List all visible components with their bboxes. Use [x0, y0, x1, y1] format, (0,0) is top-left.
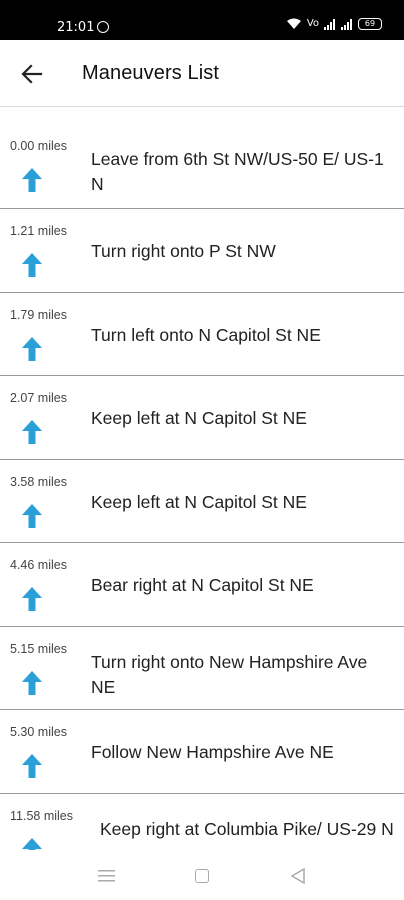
distance-label: 5.30 miles [10, 725, 67, 739]
distance-label: 2.07 miles [10, 391, 67, 405]
status-bar: 21:01 Vo 69 [0, 0, 404, 40]
instruction-text: Keep left at N Capitol St NE [91, 491, 307, 512]
volte-label: Vo [306, 18, 319, 29]
list-item[interactable]: 1.79 miles Turn left onto N Capitol St N… [0, 293, 404, 376]
page-title: Maneuvers List [82, 62, 220, 84]
instruction-text: Keep left at N Capitol St NE [91, 408, 307, 428]
straight-arrow-icon [22, 670, 42, 695]
list-item[interactable]: 1.21 miles Turn right onto P St NW [0, 209, 404, 293]
home-icon[interactable] [195, 869, 209, 883]
list-item[interactable]: 2.07 miles Keep left at N Capitol St NE [0, 376, 404, 460]
maneuver-list[interactable]: 0.00 miles Leave from 6th St NW/US-50 E/… [0, 124, 404, 850]
instruction-text: Leave from 6th St NW/US-50 E/ US-1 N [91, 149, 384, 194]
system-back-icon[interactable] [291, 868, 305, 884]
status-icons: Vo 69 [286, 18, 382, 30]
distance-label: 0.00 miles [10, 139, 67, 153]
distance-label: 4.46 miles [10, 558, 67, 572]
instruction-text: Follow New Hampshire Ave NE [91, 742, 334, 762]
distance-label: 1.79 miles [10, 307, 67, 322]
straight-arrow-icon [22, 420, 42, 444]
list-item[interactable]: 3.58 miles Keep left at N Capitol St NE [0, 460, 404, 543]
wifi-icon [286, 18, 301, 29]
instruction-text: Turn left onto N Capitol St NE [91, 324, 321, 345]
instruction-text: Keep right at Columbia Pike/ US-29 N [100, 818, 394, 839]
distance-label: 5.15 miles [10, 641, 67, 656]
list-item[interactable]: 5.30 miles Follow New Hampshire Ave NE [0, 710, 404, 794]
straight-arrow-icon [22, 587, 42, 611]
distance-label: 3.58 miles [10, 474, 67, 489]
whatsapp-icon [97, 21, 109, 33]
signal-icon [324, 19, 335, 30]
list-item[interactable]: 5.15 miles Turn right onto New Hampshire… [0, 627, 404, 710]
straight-arrow-icon [22, 253, 42, 277]
straight-arrow-icon [22, 837, 42, 850]
instruction-text: Turn right onto P St NW [91, 241, 276, 261]
straight-arrow-icon [22, 503, 42, 528]
recent-apps-icon[interactable] [98, 869, 115, 883]
list-item[interactable]: 4.46 miles Bear right at N Capitol St NE [0, 543, 404, 627]
distance-label: 1.21 miles [10, 224, 67, 238]
battery-icon: 69 [358, 18, 382, 30]
status-time: 21:01 [57, 20, 95, 35]
instruction-text: Turn right onto New Hampshire Ave NE [91, 651, 368, 697]
straight-arrow-icon [22, 336, 42, 361]
list-item[interactable]: 0.00 miles Leave from 6th St NW/US-50 E/… [0, 124, 404, 209]
system-nav-bar [0, 850, 404, 900]
signal-icon-2 [341, 19, 352, 30]
arrow-left-icon[interactable] [14, 56, 50, 92]
instruction-text: Bear right at N Capitol St NE [91, 575, 314, 595]
app-bar: Maneuvers List [0, 40, 404, 107]
distance-label: 11.58 miles [10, 808, 73, 823]
list-item[interactable]: 11.58 miles Keep right at Columbia Pike/… [0, 794, 404, 850]
straight-arrow-icon [22, 754, 42, 778]
straight-arrow-icon [22, 168, 42, 192]
